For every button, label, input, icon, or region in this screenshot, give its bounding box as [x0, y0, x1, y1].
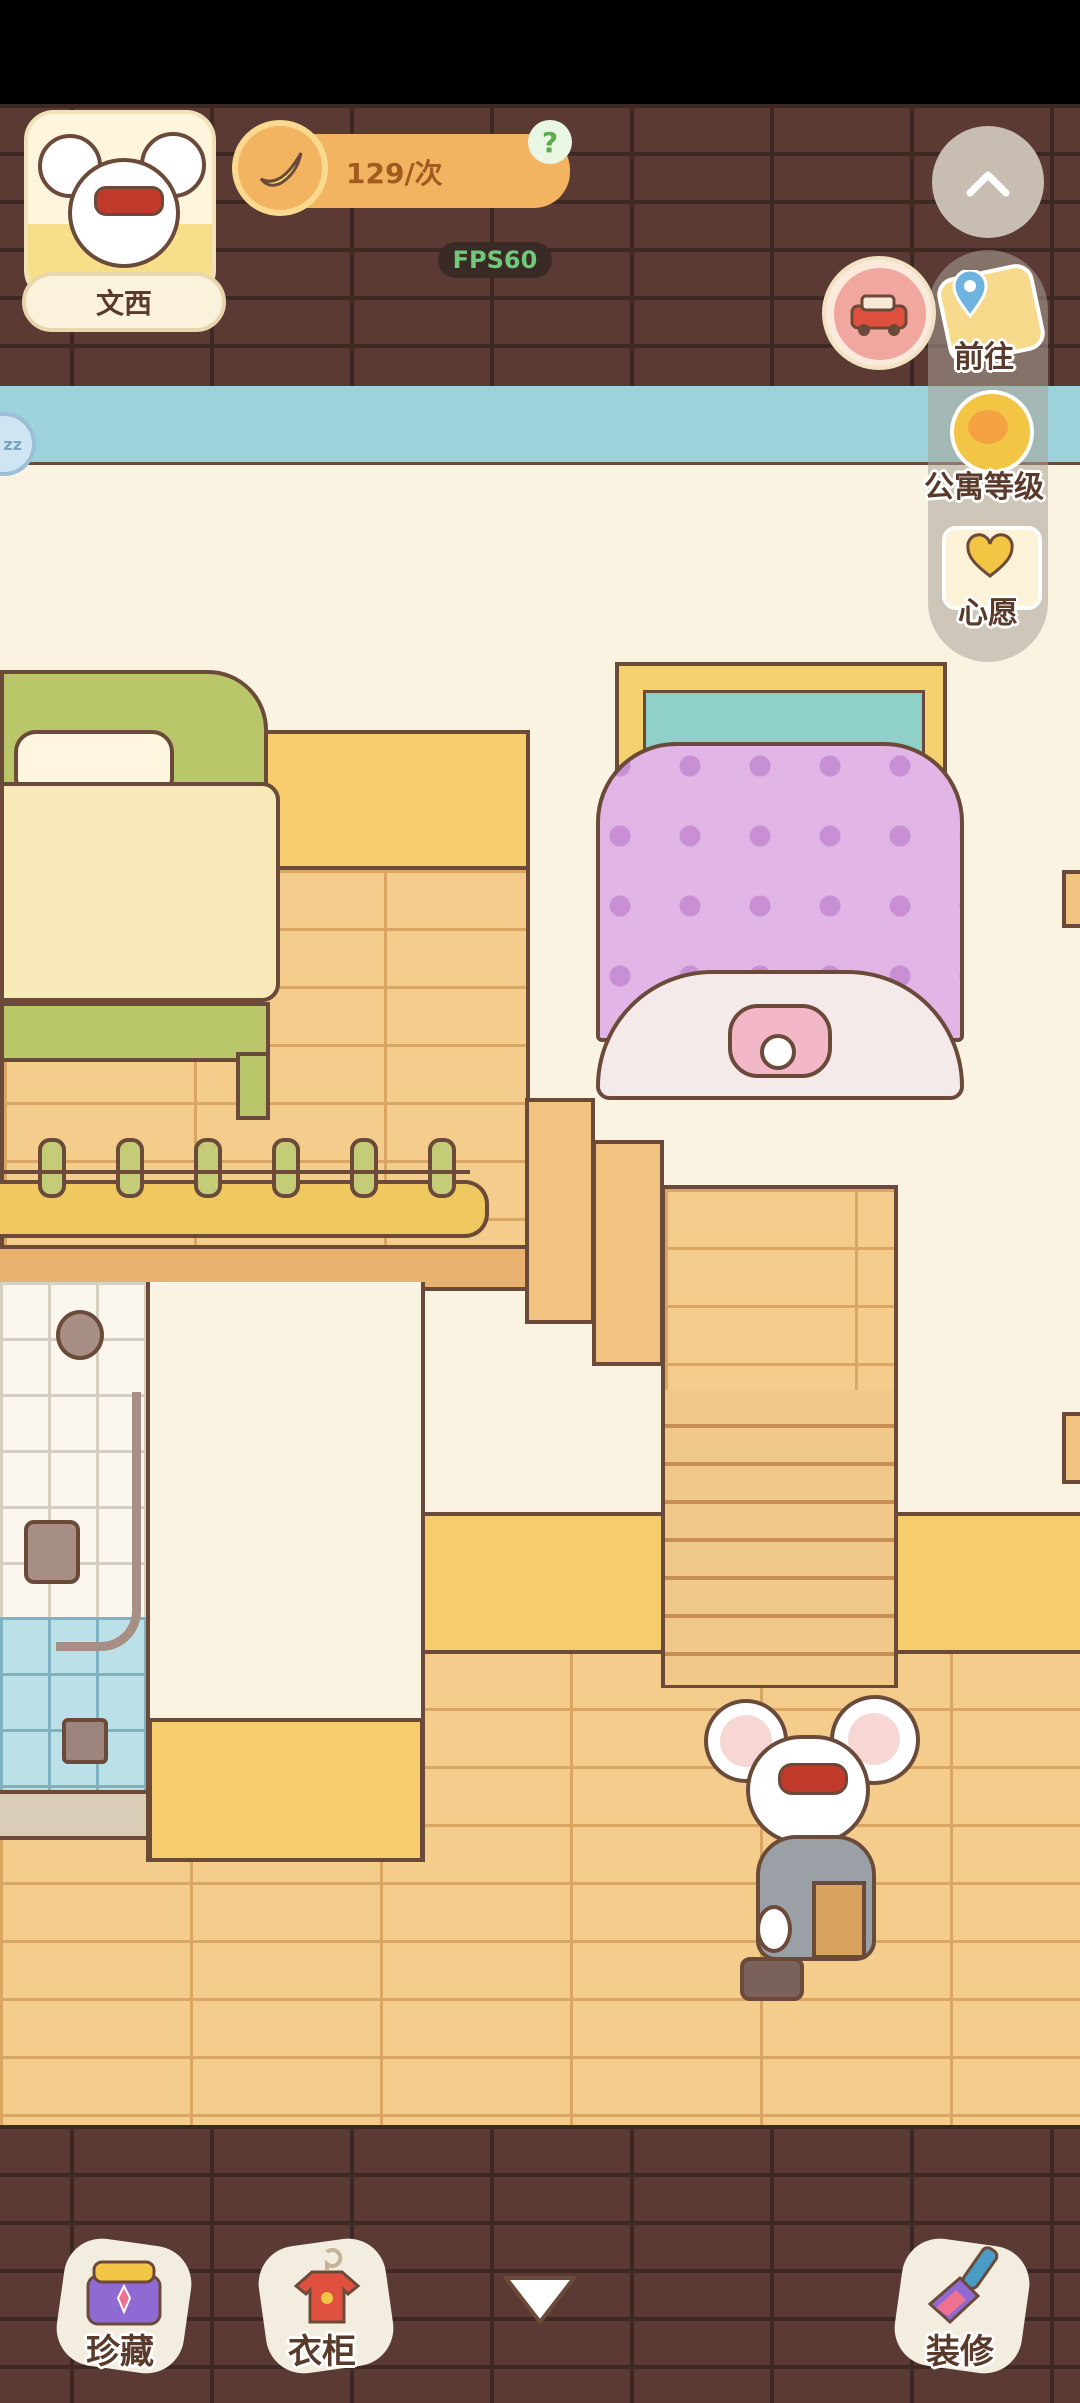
stair-step-1	[525, 1098, 595, 1324]
side-item-apartment-level-label: 公寓等级	[924, 470, 1044, 505]
side-item-go[interactable]: 前往	[924, 260, 1054, 375]
status-bar-area	[0, 0, 1080, 104]
collapse-bottom-button[interactable]	[498, 2268, 582, 2332]
fps-badge: FPS60	[438, 242, 552, 278]
stair-step-2	[592, 1140, 664, 1366]
currency-bar[interactable]: 129/次 ?	[232, 120, 572, 216]
paint-brush-icon	[927, 2246, 999, 2325]
player-avatar[interactable]: 文西	[22, 110, 226, 340]
fps-text: FPS60	[452, 246, 538, 274]
faucet	[24, 1520, 80, 1584]
goggles-icon	[94, 186, 164, 216]
decorate-label: 装修	[926, 2332, 994, 2372]
shelf-right-upper	[1062, 870, 1080, 928]
side-item-apartment-level[interactable]: 公寓等级	[920, 390, 1060, 505]
help-button[interactable]: ?	[528, 120, 572, 164]
decorate-button[interactable]: 装修	[889, 2233, 1035, 2379]
goggles-icon	[778, 1763, 848, 1795]
coffee-siphon	[740, 1957, 804, 2001]
heart-wish-icon	[966, 533, 1014, 578]
player-name: 文西	[95, 287, 152, 320]
sleep-icon: zz	[3, 434, 22, 454]
chevron-up-icon	[966, 171, 1010, 197]
currency-rate: 129/次	[346, 157, 443, 190]
clothes-hanger-icon	[293, 2248, 361, 2324]
triangle-down-icon	[504, 2276, 576, 2324]
treasure-chest-icon	[86, 2260, 162, 2326]
collapse-menu-button[interactable]	[932, 126, 1044, 238]
bathroom	[0, 1282, 425, 1862]
car-icon	[850, 294, 908, 336]
stool	[812, 1881, 866, 1959]
mouse-character[interactable]	[700, 1695, 930, 2005]
travel-car-button[interactable]	[822, 256, 936, 370]
map-pin-icon	[952, 270, 988, 319]
wardrobe-button[interactable]: 衣柜	[253, 2233, 399, 2379]
drain	[62, 1718, 108, 1764]
collection-button[interactable]: 珍藏	[51, 2233, 197, 2379]
wardrobe-label: 衣柜	[288, 2332, 356, 2372]
green-bed[interactable]	[0, 660, 280, 1120]
side-item-go-label: 前往	[954, 340, 1014, 375]
help-icon: ?	[541, 125, 559, 159]
railing-posts	[38, 1138, 478, 1198]
banana-icon	[232, 120, 328, 216]
side-item-wish[interactable]: 心愿	[924, 518, 1054, 631]
loft-wall-yellow	[260, 730, 530, 870]
side-item-wish-label: 心愿	[958, 596, 1018, 631]
player-name-plate: 文西	[22, 272, 226, 332]
collection-label: 珍藏	[86, 2332, 154, 2372]
shower-head	[56, 1310, 104, 1360]
purple-bed[interactable]	[596, 742, 966, 1102]
stair-lines	[665, 1390, 894, 1685]
sky-strip	[0, 386, 1080, 467]
shelf-right-lower	[1062, 1412, 1080, 1484]
